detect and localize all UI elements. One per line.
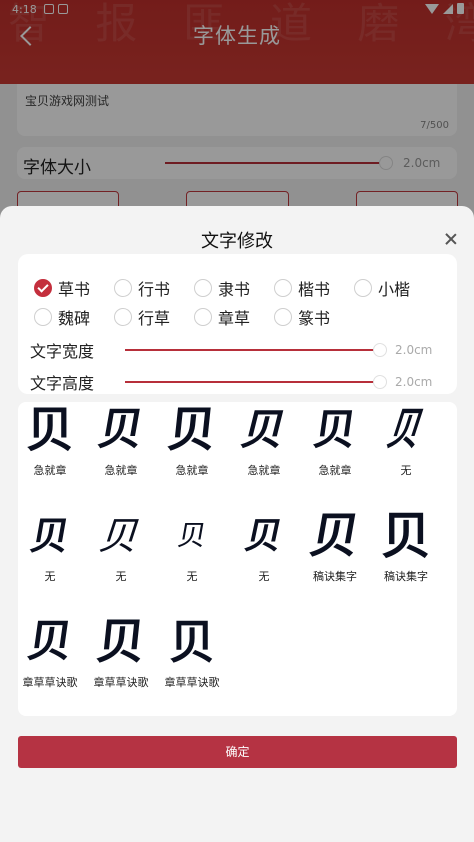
text-width-slider-track[interactable]	[125, 349, 380, 351]
style-option-xingcao[interactable]: 行草	[114, 305, 170, 329]
glyph-caption: 急就章	[175, 464, 209, 477]
glyph-option[interactable]: 贝 急就章	[229, 402, 299, 478]
glyph-caption: 章草草诀歌	[93, 676, 149, 689]
style-option-label: 行草	[138, 309, 171, 328]
glyph-caption: 无	[258, 570, 270, 583]
glyph-image: 贝	[381, 506, 431, 565]
style-option-label: 魏碑	[58, 309, 91, 328]
style-option-zhangcao[interactable]: 章草	[194, 305, 250, 329]
glyph-caption: 稿诀集字	[384, 570, 428, 583]
text-width-value: 2.0cm	[395, 343, 433, 357]
glyph-caption: 急就章	[104, 464, 138, 477]
text-height-label: 文字高度	[30, 374, 95, 393]
glyph-option[interactable]: 贝 章草草诀歌	[15, 614, 85, 690]
text-height-value: 2.0cm	[395, 375, 433, 389]
text-height-row: 文字高度 2.0cm	[30, 370, 450, 394]
style-option-label: 行书	[138, 280, 171, 299]
glyph-image: 贝	[24, 616, 76, 667]
style-option-xingshu[interactable]: 行书	[114, 276, 170, 300]
glyph-caption: 无	[44, 570, 56, 583]
text-height-slider-thumb[interactable]	[373, 375, 387, 389]
style-option-zhuanshu[interactable]: 篆书	[274, 305, 330, 329]
glyph-image: 贝	[27, 513, 74, 558]
glyph-image: 贝	[165, 402, 219, 458]
glyph-caption: 稿诀集字	[313, 570, 357, 583]
radio-checked-icon	[34, 279, 52, 297]
radio-icon	[354, 279, 372, 297]
glyph-caption: 章草草诀歌	[22, 676, 78, 689]
glyph-image: 贝	[237, 405, 292, 454]
style-option-label: 草书	[58, 280, 91, 299]
radio-icon	[114, 279, 132, 297]
glyph-caption: 急就章	[247, 464, 281, 477]
glyph-caption: 无	[400, 464, 412, 477]
glyph-option[interactable]: 贝 稿诀集字	[300, 508, 370, 584]
glyph-image: 贝	[94, 614, 148, 670]
text-edit-sheet: 文字修改 草书 行书 隶书 楷书 小楷 魏碑 行草 章草 篆书 文字宽度 2.0…	[0, 206, 474, 842]
style-option-label: 隶书	[218, 280, 251, 299]
glyph-grid: 贝 急就章 贝 急就章 贝 急就章 贝 急就章 贝 急就章 贝 无 贝 无 贝	[18, 402, 457, 716]
glyph-image: 贝	[169, 615, 215, 669]
glyph-option[interactable]: 贝 稿诀集字	[371, 508, 441, 584]
style-option-kaishu[interactable]: 楷书	[274, 276, 330, 300]
style-options-card: 草书 行书 隶书 楷书 小楷 魏碑 行草 章草 篆书 文字宽度 2.0cm 文字…	[18, 254, 457, 394]
glyph-image: 贝	[310, 405, 360, 454]
glyph-option[interactable]: 贝 急就章	[300, 402, 370, 478]
glyph-caption: 急就章	[33, 464, 67, 477]
glyph-image: 贝	[241, 515, 287, 557]
radio-icon	[34, 308, 52, 326]
style-option-label: 楷书	[298, 280, 331, 299]
radio-icon	[194, 279, 212, 297]
style-option-weibei[interactable]: 魏碑	[34, 305, 90, 329]
glyph-option[interactable]: 贝 无	[229, 508, 299, 584]
glyph-caption: 急就章	[318, 464, 352, 477]
radio-icon	[274, 308, 292, 326]
glyph-image: 贝	[382, 404, 430, 455]
glyph-caption: 无	[115, 570, 127, 583]
glyph-image: 贝	[94, 404, 148, 455]
radio-icon	[194, 308, 212, 326]
style-option-xiaokai[interactable]: 小楷	[354, 276, 410, 300]
style-option-lishu[interactable]: 隶书	[194, 276, 250, 300]
text-height-slider-track[interactable]	[125, 381, 380, 383]
glyph-option[interactable]: 贝 无	[157, 508, 227, 584]
glyph-option[interactable]: 贝 章草草诀歌	[157, 614, 227, 690]
radio-icon	[274, 279, 292, 297]
glyph-image: 贝	[306, 508, 364, 564]
style-option-caoshu[interactable]: 草书	[34, 276, 90, 300]
glyph-option[interactable]: 贝 无	[371, 402, 441, 478]
glyph-image: 贝	[94, 514, 148, 558]
sheet-title: 文字修改	[201, 231, 273, 252]
glyph-option[interactable]: 贝 章草草诀歌	[86, 614, 156, 690]
text-width-label: 文字宽度	[30, 342, 95, 361]
glyph-option[interactable]: 贝 急就章	[157, 402, 227, 478]
glyph-image: 贝	[175, 519, 209, 552]
glyph-caption: 章草草诀歌	[164, 676, 220, 689]
style-option-label: 章草	[218, 309, 251, 328]
text-width-slider-thumb[interactable]	[373, 343, 387, 357]
close-icon[interactable]	[444, 232, 458, 246]
glyph-option[interactable]: 贝 急就章	[86, 402, 156, 478]
style-option-label: 小楷	[378, 280, 411, 299]
radio-icon	[114, 308, 132, 326]
glyph-option[interactable]: 贝 无	[86, 508, 156, 584]
glyph-image: 贝	[25, 402, 74, 458]
style-option-label: 篆书	[298, 309, 331, 328]
glyph-caption: 无	[186, 570, 198, 583]
glyph-option[interactable]: 贝 急就章	[15, 402, 85, 478]
glyph-option[interactable]: 贝 无	[15, 508, 85, 584]
text-width-row: 文字宽度 2.0cm	[30, 338, 450, 362]
confirm-button[interactable]: 确定	[18, 736, 457, 768]
